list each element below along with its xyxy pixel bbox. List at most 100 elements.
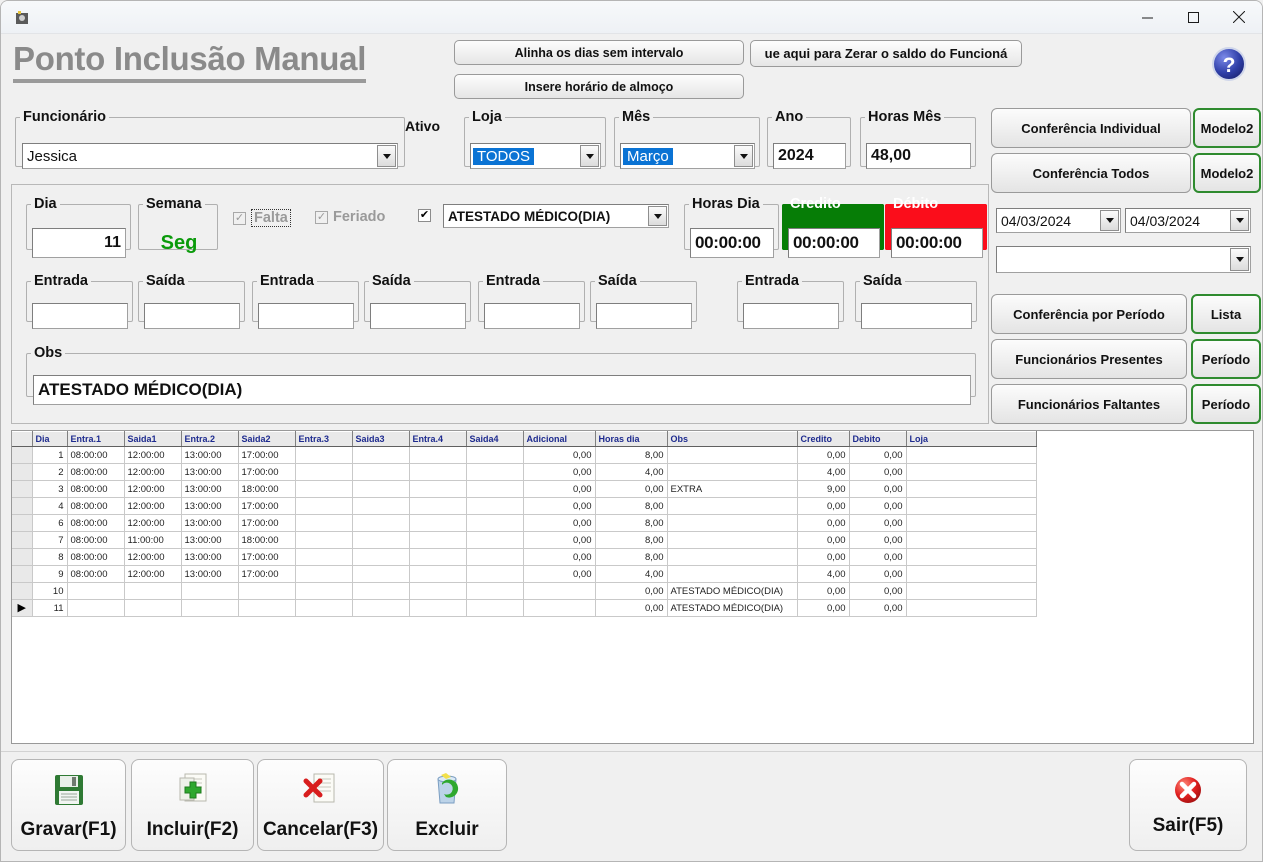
- chevron-down-icon[interactable]: [734, 145, 753, 167]
- table-cell[interactable]: 17:00:00: [238, 548, 296, 566]
- feriado-checkbox[interactable]: ✓ Feriado: [315, 209, 385, 225]
- inserir-horario-almoco-button[interactable]: Insere horário de almoço: [454, 74, 744, 99]
- ocorrencia-select[interactable]: ATESTADO MÉDICO(DIA): [443, 204, 669, 228]
- table-cell[interactable]: 4,00: [797, 565, 850, 583]
- gravar-button[interactable]: Gravar(F1): [11, 759, 126, 851]
- table-cell[interactable]: [295, 548, 353, 566]
- table-cell[interactable]: [466, 599, 524, 617]
- table-cell[interactable]: [667, 446, 798, 464]
- table-cell[interactable]: [295, 565, 353, 583]
- table-cell[interactable]: [352, 599, 410, 617]
- table-row[interactable]: 3 08:00:00 12:00:00 13:00:00 18:00:00 0,00 0,0…: [12, 480, 1037, 498]
- table-cell[interactable]: [181, 599, 239, 617]
- table-cell[interactable]: 0,00: [523, 463, 596, 481]
- table-cell[interactable]: [295, 531, 353, 549]
- table-cell[interactable]: 0,00: [523, 548, 596, 566]
- table-cell[interactable]: 17:00:00: [238, 497, 296, 515]
- row-marker[interactable]: [12, 514, 33, 532]
- saida-input-3[interactable]: [596, 303, 692, 329]
- close-button[interactable]: [1216, 1, 1262, 33]
- table-cell[interactable]: 0,00: [595, 480, 668, 498]
- table-cell[interactable]: [124, 582, 182, 600]
- table-cell[interactable]: 08:00:00: [67, 497, 125, 515]
- excluir-button[interactable]: Excluir: [387, 759, 507, 851]
- table-cell[interactable]: 0,00: [849, 531, 907, 549]
- table-row[interactable]: 9 08:00:00 12:00:00 13:00:00 17:00:00 0,00 4,0…: [12, 565, 1037, 583]
- zerar-saldo-funcionario-button[interactable]: ue aqui para Zerar o saldo do Funcioná: [750, 40, 1022, 67]
- table-cell[interactable]: [409, 514, 467, 532]
- table-cell[interactable]: 18:00:00: [238, 531, 296, 549]
- conferencia-por-periodo-button[interactable]: Conferência por Período: [991, 294, 1187, 334]
- table-cell[interactable]: [295, 599, 353, 617]
- table-cell[interactable]: [409, 565, 467, 583]
- grid-column-header[interactable]: Credito: [797, 431, 850, 447]
- modelo2-individual-button[interactable]: Modelo2: [1193, 108, 1261, 148]
- table-cell[interactable]: 9,00: [797, 480, 850, 498]
- table-cell[interactable]: 12:00:00: [124, 565, 182, 583]
- horas-dia-input[interactable]: 00:00:00: [690, 228, 774, 258]
- row-marker[interactable]: [12, 463, 33, 481]
- table-cell[interactable]: 8,00: [595, 548, 668, 566]
- grid-column-header[interactable]: Adicional: [523, 431, 596, 447]
- table-cell[interactable]: [667, 497, 798, 515]
- grid-column-header[interactable]: Entra.2: [181, 431, 239, 447]
- grid-column-header[interactable]: Entra.4: [409, 431, 467, 447]
- table-cell[interactable]: 08:00:00: [67, 463, 125, 481]
- table-cell[interactable]: [466, 446, 524, 464]
- minimize-button[interactable]: [1124, 1, 1170, 33]
- table-cell[interactable]: 0,00: [849, 599, 907, 617]
- sair-button[interactable]: Sair(F5): [1129, 759, 1247, 851]
- table-cell[interactable]: ATESTADO MÉDICO(DIA): [667, 599, 798, 617]
- table-cell[interactable]: 7: [32, 531, 68, 549]
- table-cell[interactable]: [523, 599, 596, 617]
- table-cell[interactable]: [409, 599, 467, 617]
- table-cell[interactable]: 0,00: [595, 599, 668, 617]
- table-cell[interactable]: 0,00: [849, 548, 907, 566]
- table-cell[interactable]: [352, 548, 410, 566]
- chevron-down-icon[interactable]: [648, 206, 667, 226]
- table-cell[interactable]: 4: [32, 497, 68, 515]
- table-cell[interactable]: ATESTADO MÉDICO(DIA): [667, 582, 798, 600]
- horas-mes-input[interactable]: 48,00: [866, 143, 971, 169]
- table-cell[interactable]: [352, 531, 410, 549]
- table-cell[interactable]: [124, 599, 182, 617]
- table-cell[interactable]: [295, 514, 353, 532]
- funcionarios-presentes-button[interactable]: Funcionários Presentes: [991, 339, 1187, 379]
- table-row[interactable]: ▶ 11 0,00 ATESTADO MÉDICO(DIA) 0,00 0,00: [12, 599, 1037, 617]
- conferencia-individual-button[interactable]: Conferência Individual: [991, 108, 1191, 148]
- table-cell[interactable]: 0,00: [523, 497, 596, 515]
- table-cell[interactable]: 13:00:00: [181, 514, 239, 532]
- entrada-input-1[interactable]: [32, 303, 128, 329]
- table-cell[interactable]: [466, 531, 524, 549]
- table-cell[interactable]: 18:00:00: [238, 480, 296, 498]
- table-cell[interactable]: 0,00: [523, 565, 596, 583]
- table-row[interactable]: 2 08:00:00 12:00:00 13:00:00 17:00:00 0,00 4,0…: [12, 463, 1037, 481]
- mes-select[interactable]: Março: [620, 143, 755, 169]
- table-cell[interactable]: [409, 531, 467, 549]
- row-marker[interactable]: [12, 565, 33, 583]
- table-cell[interactable]: [352, 497, 410, 515]
- table-cell[interactable]: [409, 582, 467, 600]
- periodo-presentes-button[interactable]: Período: [1191, 339, 1261, 379]
- row-marker[interactable]: [12, 446, 33, 464]
- table-cell[interactable]: 08:00:00: [67, 548, 125, 566]
- table-cell[interactable]: [352, 582, 410, 600]
- table-cell[interactable]: 08:00:00: [67, 480, 125, 498]
- table-cell[interactable]: 0,00: [849, 565, 907, 583]
- table-cell[interactable]: 12:00:00: [124, 548, 182, 566]
- table-row[interactable]: 10 0,00 ATESTADO MÉDICO(DIA) 0,00 0,00: [12, 582, 1037, 600]
- table-cell[interactable]: 12:00:00: [124, 514, 182, 532]
- table-cell[interactable]: [667, 565, 798, 583]
- grid-column-header[interactable]: Obs: [667, 431, 798, 447]
- table-cell[interactable]: 0,00: [797, 514, 850, 532]
- table-cell[interactable]: [466, 582, 524, 600]
- table-cell[interactable]: EXTRA: [667, 480, 798, 498]
- table-cell[interactable]: 08:00:00: [67, 565, 125, 583]
- cancelar-button[interactable]: Cancelar(F3): [257, 759, 384, 851]
- table-cell[interactable]: 17:00:00: [238, 514, 296, 532]
- lista-button[interactable]: Lista: [1191, 294, 1261, 334]
- ocorrencia-checkbox[interactable]: ✔: [418, 209, 431, 222]
- grid-column-header[interactable]: Debito: [849, 431, 907, 447]
- ano-input[interactable]: 2024: [773, 143, 846, 169]
- table-cell[interactable]: 08:00:00: [67, 514, 125, 532]
